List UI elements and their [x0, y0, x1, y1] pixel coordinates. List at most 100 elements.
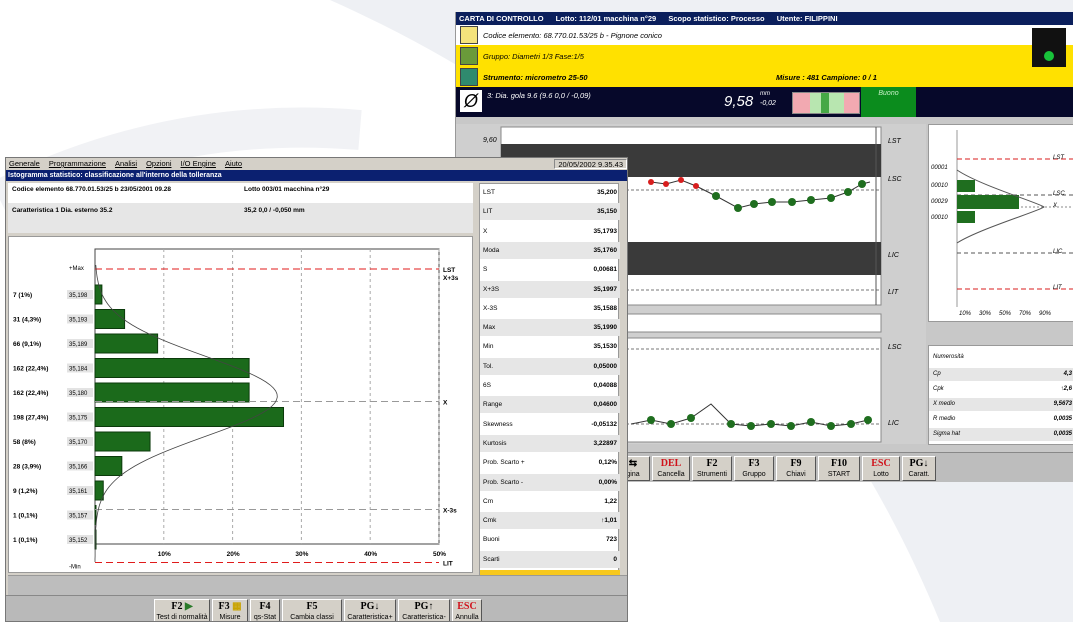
side-hist-tick: 30%: [979, 311, 992, 317]
stat-label: Skewness: [483, 420, 513, 428]
limit-lic-bottom: LIC: [888, 420, 899, 427]
index-label: Cp: [933, 371, 941, 377]
limit-lic: LIC: [888, 252, 899, 259]
stat-row: Max 35,1990: [480, 319, 620, 337]
stat-label: Cm: [483, 497, 494, 505]
stat-label: Cmk: [483, 517, 497, 525]
x-tick-label: 40%: [364, 551, 377, 558]
stat-row: Buoni 723: [480, 531, 620, 548]
count-label: 31 (4,3%): [13, 317, 41, 324]
menu-opzioni[interactable]: Opzioni: [146, 158, 171, 170]
reading-value: 9,58: [724, 93, 754, 110]
stat-value: 35,1588: [593, 304, 618, 312]
stat-value: 0,12%: [598, 459, 617, 467]
menu-programmazione[interactable]: Programmazione: [49, 158, 106, 170]
category-label: 35,184: [69, 367, 88, 373]
category-label: 35,170: [69, 440, 88, 446]
side-hist-tick: 50%: [999, 311, 1012, 317]
side-hist-label: 00001: [931, 165, 948, 171]
index-label: X medio: [933, 401, 956, 407]
stat-row: Prob. Scarto + 0,12%: [480, 454, 620, 471]
histogram-bar: [94, 456, 123, 476]
menu-io-engine[interactable]: I/O Engine: [181, 158, 216, 170]
stat-label: Scarti: [483, 555, 500, 563]
indices-panel: Numerosità Cp 4,3 Cpk ↑2,6 X medio 9,5673 R…: [928, 345, 1073, 445]
fkey-cancella[interactable]: DEL Cancella: [652, 456, 690, 481]
stat-label: Buoni: [483, 536, 500, 544]
category-label: 35,193: [69, 318, 88, 324]
x-tick-label: 30%: [295, 551, 308, 558]
fkey-cambia-classi[interactable]: F5 Cambia classi: [282, 599, 342, 621]
stat-value: 0,05000: [593, 362, 618, 370]
element-row: Codice elemento: 68.770.01.53/25 b - Pig…: [456, 25, 1073, 46]
fkey-chiavi[interactable]: F9 Chiavi: [776, 456, 816, 481]
stat-label: Kurtosis: [483, 439, 507, 447]
menu-aiuto[interactable]: Aiuto: [225, 158, 242, 170]
instrument-row: Strumento: micrometro 25-50 Misure : 481…: [456, 67, 1073, 87]
fkey-caratt[interactable]: PG↓ Caratt.: [902, 456, 936, 481]
title-item: Lotto: 112/01 macchina n°29: [555, 14, 657, 23]
stat-label: LST: [483, 189, 495, 196]
fkey-qs-stat[interactable]: F4 qs-Stat: [250, 599, 280, 621]
stat-label: Tol.: [483, 362, 494, 370]
fkey-start[interactable]: F10 START: [818, 456, 860, 481]
stat-label: Prob. Scarto +: [483, 459, 525, 467]
lit-label: LIT: [443, 561, 453, 568]
group-label: Gruppo: Diametri 1/3 Fase:1/5: [483, 52, 584, 61]
category-label: 35,189: [69, 342, 88, 348]
stat-value: 35,1793: [593, 227, 618, 235]
side-hist-right: X: [1053, 203, 1058, 209]
stat-label: Min: [483, 343, 494, 351]
max-label: +Max: [69, 266, 84, 272]
stat-value: 35,1530: [593, 343, 618, 351]
count-label: 1 (0,1%): [13, 513, 38, 520]
stat-value: 1,22: [604, 497, 617, 505]
stat-row: 6S 0,04088: [480, 377, 620, 394]
lot-line: Lotto 003/01 macchina n°29: [244, 186, 330, 193]
side-histogram: 00001 00010 00029 00010 LST LSC X LIC LI…: [928, 124, 1073, 322]
status-strip: [8, 575, 627, 595]
fkey-test-normalita[interactable]: F2 ▶ Test di normalità: [154, 599, 210, 621]
count-label: 66 (9,1%): [13, 341, 41, 348]
indices-header: Numerosità: [933, 354, 964, 360]
fkey-caratteristica-plus[interactable]: PG↓ Caratteristica+: [344, 599, 396, 621]
title-item: Scopo statistico: Processo: [668, 14, 765, 23]
stat-value: 35,1990: [593, 324, 618, 332]
stat-label: Max: [483, 324, 496, 332]
stat-value: 0,00681: [593, 266, 618, 274]
title-item: Utente: FILIPPINI: [776, 14, 838, 23]
menu-analisi[interactable]: Analisi: [115, 158, 137, 170]
fkey-lotto[interactable]: ESC Lotto: [862, 456, 900, 481]
stat-label: S: [483, 266, 488, 274]
stat-label: Prob. Scarto -: [483, 478, 524, 486]
result-label: Buono: [878, 90, 899, 97]
menu-generale[interactable]: Generale: [9, 158, 40, 170]
statistics-panel: LST 35,200 LIT 35,150 X 35,1793 Moda 35,1760 S 0,…: [479, 183, 620, 593]
stat-value: 35,1760: [593, 246, 618, 254]
stat-value: 35,150: [597, 208, 617, 216]
stat-row: X-3S 35,1588: [480, 300, 620, 317]
tolerance-bar: [792, 92, 860, 114]
document-icon: [460, 26, 478, 44]
category-label: 35,157: [69, 514, 88, 520]
stat-row: LST 35,200: [480, 184, 620, 201]
stat-label: LIT: [483, 208, 493, 216]
fkey-caratteristica-minus[interactable]: PG↑ Caratteristica-: [398, 599, 450, 621]
stat-label: X-3S: [483, 304, 498, 312]
histogram-fkeys: F2 ▶ Test di normalità F3 ▦ Misure F4 qs-St…: [6, 595, 627, 621]
side-hist-label: 00010: [931, 215, 948, 221]
x-tick-label: 20%: [227, 551, 240, 558]
lst-label: LST: [443, 267, 455, 274]
group-row: Gruppo: Diametri 1/3 Fase:1/5: [456, 45, 1073, 67]
min-label: -Min: [69, 565, 81, 571]
fkey-gruppo[interactable]: F3 Gruppo: [734, 456, 774, 481]
index-value: 0,0035: [1053, 416, 1072, 422]
count-label: 162 (22,4%): [13, 390, 48, 397]
characteristic-line: Caratteristica 1 Dia. esterno 35.2: [12, 207, 113, 214]
fkey-misure[interactable]: F3 ▦ Misure: [212, 599, 248, 621]
index-label: Sigma hat: [933, 431, 961, 437]
histogram-bar: [94, 333, 159, 354]
fkey-annulla[interactable]: ESC Annulla: [452, 599, 482, 621]
fkey-strumenti[interactable]: F2 Strumenti: [692, 456, 732, 481]
category-label: 35,180: [69, 391, 88, 397]
